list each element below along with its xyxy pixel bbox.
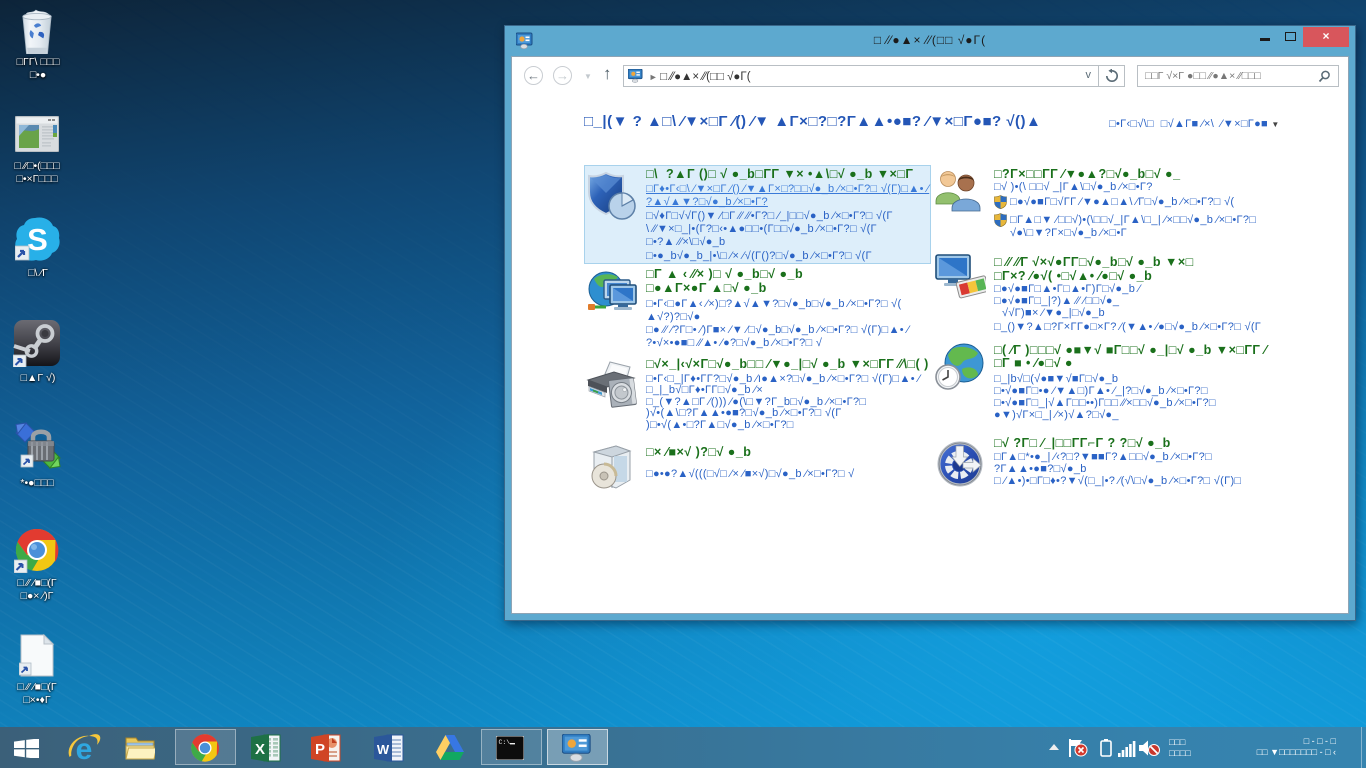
svg-text:S: S (27, 222, 48, 257)
svg-text:e: e (76, 733, 93, 764)
svg-text:P: P (315, 741, 325, 758)
svg-text:W: W (377, 742, 390, 757)
svg-text:X: X (255, 741, 265, 758)
svg-text:C:\: C:\ (499, 739, 511, 746)
